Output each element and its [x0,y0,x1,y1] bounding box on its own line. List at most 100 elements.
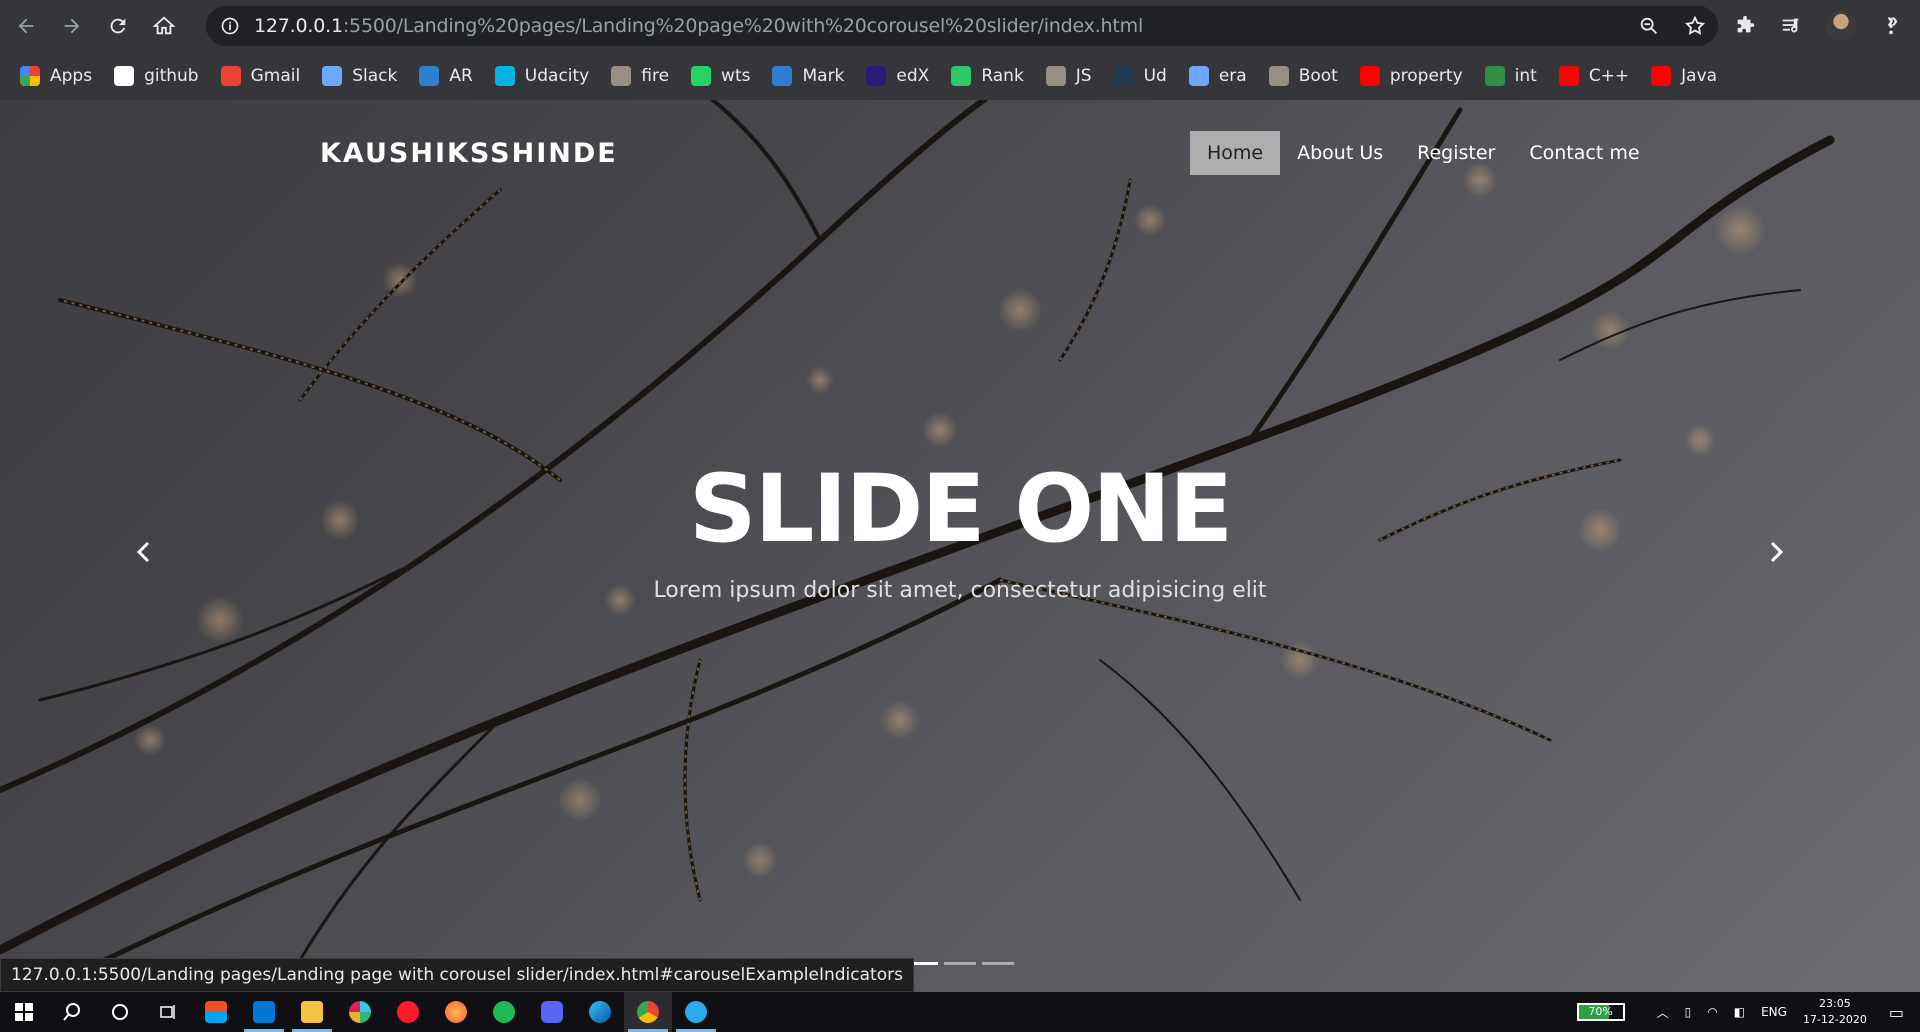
apps-grid-icon [20,66,40,86]
spotify-app[interactable] [480,992,528,1032]
shield-icon [419,66,440,86]
search-button[interactable] [48,992,96,1032]
media-queue-icon[interactable] [1780,15,1802,37]
nav-link-home[interactable]: Home [1190,131,1281,175]
nav-link-about-us[interactable]: About Us [1280,131,1400,175]
site-navbar: KAUSHIKSSHINDE Home About Us Register Co… [0,100,1920,204]
carousel-prev-button[interactable] [124,532,164,572]
reload-button[interactable] [98,6,138,46]
bookmark-label: github [144,66,199,86]
slack-icon [349,1001,371,1023]
search-icon [63,1003,80,1021]
discord-app[interactable] [528,992,576,1032]
nav-link-contact-me[interactable]: Contact me [1512,131,1656,175]
carousel-next-button[interactable] [1756,532,1796,572]
bookmark-boot[interactable]: Boot [1268,60,1338,92]
store-app[interactable] [192,992,240,1032]
firefox-icon [445,1001,467,1023]
bookmark-label: Rank [981,66,1024,86]
bookmark-label: JS [1075,66,1092,86]
battery-indicator[interactable]: 70% [1576,1003,1625,1021]
avatar-icon [1045,66,1066,86]
bookmark-rank[interactable]: Rank [951,60,1024,92]
opera-app[interactable] [384,992,432,1032]
site-brand-logo[interactable]: KAUSHIKSSHINDE [320,138,618,169]
address-bar[interactable]: 127.0.0.1:5500/Landing%20pages/Landing%2… [206,6,1718,46]
bookmark-apps[interactable]: Apps [20,60,92,92]
folder-icon [301,1001,323,1023]
info-icon[interactable] [220,16,240,36]
bookmark-label: Ud [1143,66,1167,86]
bookmark-label: Slack [352,66,398,86]
edge-app[interactable] [576,992,624,1032]
zoom-icon[interactable] [1638,15,1660,37]
slack-app[interactable] [336,992,384,1032]
bookmark-edx[interactable]: edX [866,60,929,92]
chevron-left-icon [136,541,150,563]
nav-link-register[interactable]: Register [1400,131,1512,175]
bookmark-wts[interactable]: wts [691,60,750,92]
bookmark-github[interactable]: github [114,60,199,92]
vscode-icon [253,1001,275,1023]
bookmark-label: Udacity [524,66,590,86]
bookmark-slack[interactable]: Slack [322,60,397,92]
carousel-indicator-3[interactable] [982,962,1014,965]
chrome-icon [637,1001,659,1023]
bookmarks-overflow-chevron-icon[interactable]: » [1887,10,1898,33]
bookmark-label: int [1514,66,1537,86]
bookmark-mark[interactable]: Mark [772,60,844,92]
windows-taskbar: 70% ︿ ▯ ◠ ◧ ENG 23:05 17-12-2020 ▭ [0,992,1920,1032]
chevron-up-icon[interactable]: ︿ [1657,1004,1669,1021]
bookmark-int[interactable]: int [1484,60,1537,92]
telegram-app[interactable] [672,992,720,1032]
bookmark-ar[interactable]: AR [419,60,473,92]
bookmark-property[interactable]: property [1359,60,1463,92]
extensions-icon[interactable] [1734,15,1756,37]
bookmark-udacity[interactable]: Udacity [494,60,590,92]
bookmark-label: Gmail [250,66,301,86]
task-view-button[interactable] [144,992,192,1032]
chrome-app[interactable] [624,992,672,1032]
telegram-icon [685,1001,707,1023]
clock[interactable]: 23:05 17-12-2020 [1803,996,1867,1028]
device-icon[interactable]: ▯ [1685,1005,1692,1019]
star-icon[interactable] [1684,15,1706,37]
firefox-app[interactable] [432,992,480,1032]
windows-logo-icon [15,1003,33,1021]
bookmark-era[interactable]: era [1188,60,1247,92]
bookmark-fire[interactable]: fire [611,60,669,92]
bookmark-c[interactable]: C++ [1558,60,1629,92]
bookmark-gmail[interactable]: Gmail [220,60,301,92]
url-text[interactable]: 127.0.0.1:5500/Landing%20pages/Landing%2… [254,15,1143,37]
home-button[interactable] [144,6,184,46]
back-button[interactable] [6,6,46,46]
url-path: :5500/Landing%20pages/Landing%20page%20w… [342,15,1144,37]
bookmark-java[interactable]: Java [1651,60,1717,92]
youtube-icon [1651,66,1672,86]
file-explorer-app[interactable] [288,992,336,1032]
spotify-icon [493,1001,515,1023]
volume-icon[interactable]: ◧ [1734,1005,1745,1019]
start-button[interactable] [0,992,48,1032]
forward-button[interactable] [52,6,92,46]
slide-subtitle: Lorem ipsum dolor sit amet, consectetur … [653,578,1267,603]
bookmark-label: property [1389,66,1463,86]
github-icon [114,66,135,86]
language-indicator[interactable]: ENG [1761,1005,1787,1019]
profile-avatar[interactable] [1826,11,1856,41]
bookmark-js[interactable]: JS [1045,60,1092,92]
site-nav-menu: Home About Us Register Contact me [1190,131,1657,175]
wifi-icon[interactable]: ◠ [1707,1005,1717,1019]
dark-r-icon [1113,66,1134,86]
chevron-right-icon [1770,541,1784,563]
bookmark-label: era [1218,66,1247,86]
vscode-app[interactable] [240,992,288,1032]
notification-icon[interactable]: ▭ [1889,1003,1904,1022]
hackerrank-icon [951,66,972,86]
bookmark-ud[interactable]: Ud [1113,60,1167,92]
cortana-button[interactable] [96,992,144,1032]
arrow-right-icon [64,18,80,34]
carousel-indicator-2[interactable] [944,962,976,965]
avatar-icon [611,66,632,86]
gfg-icon [1484,66,1505,86]
